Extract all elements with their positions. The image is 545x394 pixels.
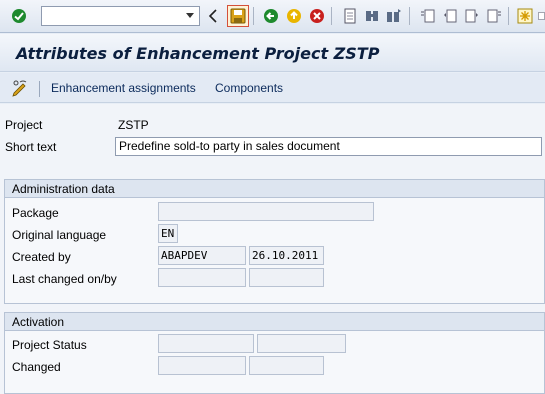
next-page-icon[interactable]: [462, 6, 482, 26]
toolbar-separator: [331, 7, 332, 25]
save-icon[interactable]: [227, 5, 249, 27]
changed-field: [158, 356, 246, 375]
last-changed-by-field: [158, 268, 246, 287]
components-button[interactable]: Components: [215, 81, 283, 95]
toolbar-separator: [508, 7, 509, 25]
command-field[interactable]: [41, 6, 200, 26]
back-icon[interactable]: [261, 6, 281, 26]
application-toolbar: Enhancement assignments Components: [0, 73, 545, 103]
print-icon[interactable]: [340, 6, 360, 26]
project-value: ZSTP: [118, 118, 149, 132]
last-page-icon[interactable]: [484, 6, 504, 26]
package-field: [158, 202, 374, 221]
short-text-label: Short text: [5, 140, 57, 154]
created-by-label: Created by: [12, 250, 71, 264]
activation-group: Activation: [4, 312, 545, 394]
title-bar: Attributes of Enhancement Project ZSTP: [0, 34, 545, 72]
page-title: Attributes of Enhancement Project ZSTP: [16, 44, 380, 63]
find-next-icon[interactable]: [384, 6, 404, 26]
first-page-icon[interactable]: [418, 6, 438, 26]
original-language-field: EN: [158, 224, 178, 243]
project-label: Project: [5, 118, 43, 132]
enter-icon[interactable]: [9, 6, 29, 26]
created-on-field: 26.10.2011: [249, 246, 324, 265]
created-by-field: ABAPDEV: [158, 246, 246, 265]
activation-heading: Activation: [5, 313, 544, 331]
toolbar-separator: [39, 81, 40, 97]
toolbar-separator: [253, 7, 254, 25]
command-input[interactable]: [42, 7, 180, 25]
back-nav-icon[interactable]: [203, 6, 223, 26]
generate-shortcut-icon[interactable]: [538, 6, 545, 26]
find-icon[interactable]: [362, 6, 382, 26]
project-status-field-2: [257, 334, 346, 353]
project-status-label: Project Status: [12, 338, 87, 352]
changed-label: Changed: [12, 360, 61, 374]
administration-data-heading: Administration data: [5, 180, 544, 198]
toolbar-separator: [409, 7, 410, 25]
system-toolbar: [0, 0, 545, 33]
enhancement-assignments-button[interactable]: Enhancement assignments: [51, 81, 196, 95]
last-changed-on-field: [249, 268, 324, 287]
last-changed-label: Last changed on/by: [12, 272, 117, 286]
new-session-icon[interactable]: [515, 6, 535, 26]
changed-field-2: [249, 356, 324, 375]
cancel-icon[interactable]: [307, 6, 327, 26]
package-label: Package: [12, 206, 59, 220]
original-language-label: Original language: [12, 228, 107, 242]
display-change-icon[interactable]: [10, 78, 30, 98]
prev-page-icon[interactable]: [440, 6, 460, 26]
main-content: Project ZSTP Short text Predefine sold-t…: [0, 104, 545, 394]
chevron-down-icon[interactable]: [183, 9, 197, 23]
project-status-field: [158, 334, 254, 353]
short-text-field[interactable]: Predefine sold-to party in sales documen…: [115, 137, 542, 156]
exit-icon[interactable]: [284, 6, 304, 26]
